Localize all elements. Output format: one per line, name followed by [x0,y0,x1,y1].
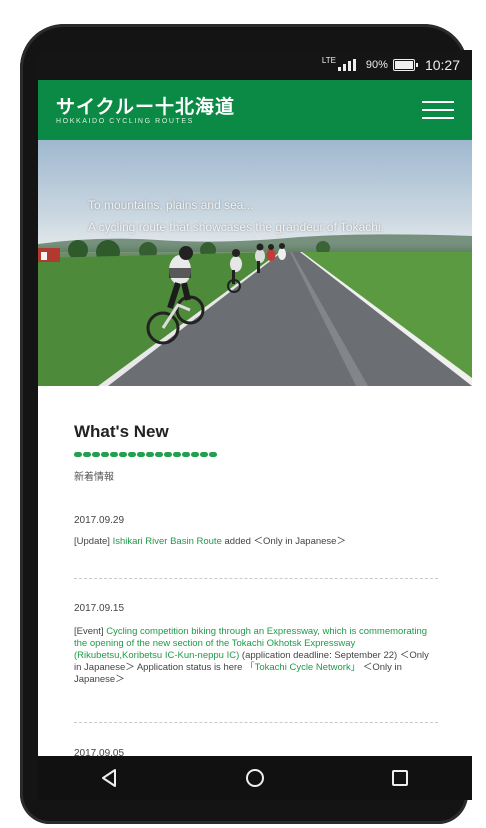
home-button[interactable] [235,758,275,798]
news-item: [Update] Ishikari River Basin Route adde… [74,536,438,548]
section-title: What's New [74,422,169,441]
news-suffix: added ＜Only in Japanese＞ [221,536,346,547]
dotted-underline [74,452,217,457]
status-bar: LTE 90% 10:27 [38,50,472,80]
site-logo-en: HOKKAIDO CYCLING ROUTES [56,118,194,125]
news-item: [Event] Cycling competition biking throu… [74,626,438,686]
news-link[interactable]: Ishikari River Basin Route [113,536,222,547]
news-divider [74,578,438,579]
battery-icon [392,59,418,71]
recents-square-icon [391,770,408,786]
home-circle-icon [245,769,264,787]
news-tag: [Event] [74,626,107,637]
news-tag: [Update] [74,536,113,547]
site-logo-jp[interactable]: サイクルー十北海道 [56,92,235,119]
hero-tagline-2: A cycling route that showcases the grand… [88,220,384,234]
network-type: LTE [321,55,336,65]
site-header: サイクルー十北海道 HOKKAIDO CYCLING ROUTES [38,80,472,140]
hamburger-icon [422,101,454,103]
recents-button[interactable] [380,758,420,798]
android-nav-bar [38,756,472,800]
hero-tagline-1: To mountains, plains and sea... [88,198,254,212]
phone-screen: LTE 90% 10:27 サイクルー十北海道 HOKKAIDO CYCLING… [38,50,472,800]
hamburger-menu-button[interactable] [422,94,454,126]
status-time: 10:27 [424,57,460,73]
news-link-secondary[interactable]: 「Tokachi Cycle Network」 [245,662,360,673]
news-date: 2017.09.29 [74,515,125,526]
whats-new-section: What's New 新着情報 2017.09.29 [Update] Ishi… [38,386,472,759]
signal-icon [337,59,356,71]
back-button[interactable] [90,758,130,798]
back-triangle-icon [102,769,117,787]
hero-image: To mountains, plains and sea... A cyclin… [38,140,472,386]
news-divider [74,722,438,723]
section-subtitle: 新着情報 [74,472,114,483]
road-cyclists-illustration [38,234,472,386]
battery-percent: 90% [365,59,388,71]
news-date: 2017.09.15 [74,603,125,614]
